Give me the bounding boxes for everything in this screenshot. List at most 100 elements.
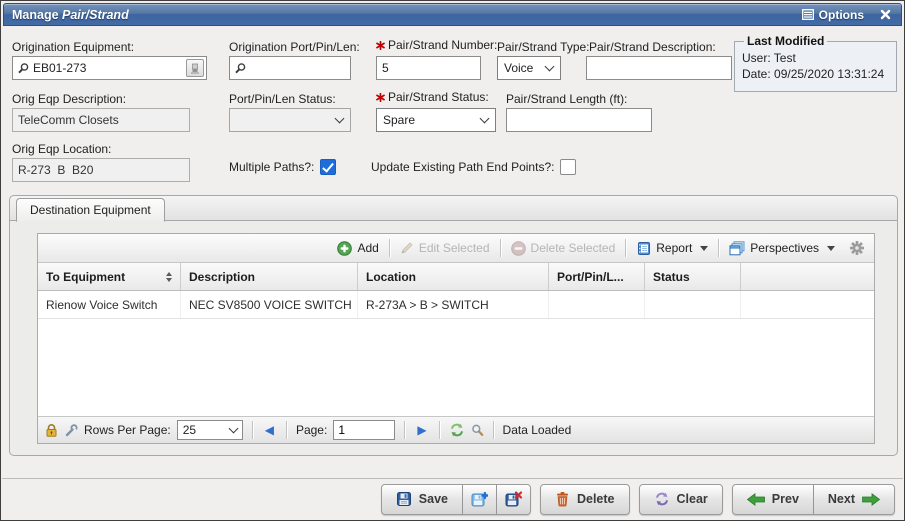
toolbar-separator [625,239,626,257]
window-title: Manage Pair/Strand [12,8,129,22]
column-header-description[interactable]: Description [181,263,358,290]
toolbar-separator [389,239,390,257]
cell-blank [741,291,874,318]
rows-per-page-label: Rows Per Page: [84,423,171,437]
minus-circle-icon [511,241,526,256]
page-label: Page: [296,423,327,437]
grid-pager: Rows Per Page: 25 ◀ Page: ▶ Data Loaded [38,416,874,443]
action-bar: Save Delete Clear Prev Next [2,478,903,519]
grid-settings-button[interactable] [842,238,868,258]
save-button-group: Save [381,484,531,515]
pair-strand-status-select[interactable]: Spare [376,108,496,132]
save-and-new-button[interactable] [463,484,497,515]
orig-eqp-location-field [12,158,190,182]
column-header-location[interactable]: Location [358,263,549,290]
clear-field-button[interactable] [186,59,204,77]
chevron-down-icon [228,423,238,433]
close-icon [880,9,891,20]
column-header-status[interactable]: Status [645,263,741,290]
save-close-icon [505,491,522,508]
chevron-down-icon [335,113,345,123]
dropdown-caret-icon [827,246,835,251]
update-existing-checkbox[interactable] [560,159,576,175]
multiple-paths-checkbox[interactable] [320,159,336,175]
column-header-port-pin[interactable]: Port/Pin/L... [549,263,645,290]
page-input[interactable] [333,420,395,440]
search-icon[interactable] [471,424,484,437]
pair-strand-description-input[interactable] [586,56,732,80]
pair-strand-number-input[interactable] [376,56,481,80]
options-button[interactable]: Options [802,8,864,22]
chevron-down-icon [545,61,555,71]
pager-status: Data Loaded [503,423,572,437]
origination-port-label: Origination Port/Pin/Len: [229,40,360,54]
add-plus-icon [337,241,352,256]
orig-eqp-description-field [12,108,190,132]
gear-icon [850,241,864,255]
column-header-to-equipment[interactable]: To Equipment [38,263,181,290]
origination-equipment-input[interactable] [33,57,183,79]
save-and-close-button[interactable] [497,484,531,515]
save-floppy-icon [396,491,412,507]
destination-grid: Add Edit Selected Delete Selected Report [37,233,875,444]
next-button[interactable]: Next [814,484,895,515]
table-empty-area [38,319,874,416]
update-existing-label: Update Existing Path End Points?: [371,160,554,174]
next-arrow-icon [862,493,880,506]
multiple-paths-row: Multiple Paths?: [229,159,336,175]
cell-port-pin [549,291,645,318]
port-pin-len-status-select[interactable] [229,108,351,132]
pager-separator [286,421,287,439]
add-button[interactable]: Add [330,238,385,259]
options-list-icon [802,9,814,20]
pager-separator [404,421,405,439]
tab-destination-equipment[interactable]: Destination Equipment [16,198,165,222]
pager-separator [493,421,494,439]
close-button[interactable] [878,7,893,22]
lock-icon [45,423,58,437]
multiple-paths-label: Multiple Paths?: [229,160,314,174]
origination-port-field[interactable] [229,56,351,80]
wrench-icon[interactable] [64,424,78,437]
report-button[interactable]: Report [629,238,715,259]
report-notebook-icon [636,241,651,256]
save-plus-icon [471,491,488,508]
update-existing-row: Update Existing Path End Points?: [371,159,576,175]
pair-strand-description-label: Pair/Strand Description: [589,40,716,54]
clear-button[interactable]: Clear [639,484,723,515]
toolbar-separator [718,239,719,257]
options-label: Options [819,8,864,22]
pair-strand-length-input[interactable] [506,108,652,132]
grid-toolbar: Add Edit Selected Delete Selected Report [38,234,874,263]
prev-button[interactable]: Prev [732,484,814,515]
pager-separator [252,421,253,439]
table-row[interactable]: Rienow Voice Switch NEC SV8500 VOICE SWI… [38,291,874,319]
delete-button[interactable]: Delete [540,484,630,515]
prev-arrow-icon [747,493,765,506]
save-button[interactable]: Save [381,484,463,515]
tab-strip: Destination Equipment [10,196,897,221]
prev-next-group: Prev Next [732,484,895,515]
trash-icon [555,491,570,507]
origination-port-input[interactable] [250,57,348,79]
refresh-icon[interactable] [449,423,465,437]
rows-per-page-select[interactable]: 25 [177,420,243,440]
cell-to-equipment: Rienow Voice Switch [38,291,181,318]
edit-selected-button[interactable]: Edit Selected [393,238,497,258]
prev-page-arrow[interactable]: ◀ [262,424,277,436]
origination-equipment-label: Origination Equipment: [12,40,134,54]
pair-strand-length-label: Pair/Strand Length (ft): [506,92,627,106]
pair-strand-status-label: Pair/Strand Status: [376,90,489,104]
perspectives-button[interactable]: Perspectives [722,238,842,259]
eraser-icon [190,63,200,74]
delete-selected-button[interactable]: Delete Selected [504,238,623,259]
cell-description: NEC SV8500 VOICE SWITCH [181,291,358,318]
required-icon [376,41,385,50]
origination-equipment-field[interactable] [12,56,207,80]
pair-strand-type-select[interactable]: Voice [497,56,561,80]
pair-strand-number-label: Pair/Strand Number: [376,38,497,52]
orig-eqp-description-label: Orig Eqp Description: [12,92,126,106]
sort-arrows-icon [166,272,172,282]
title-bar: Manage Pair/Strand Options [3,3,902,26]
next-page-arrow[interactable]: ▶ [414,424,429,436]
